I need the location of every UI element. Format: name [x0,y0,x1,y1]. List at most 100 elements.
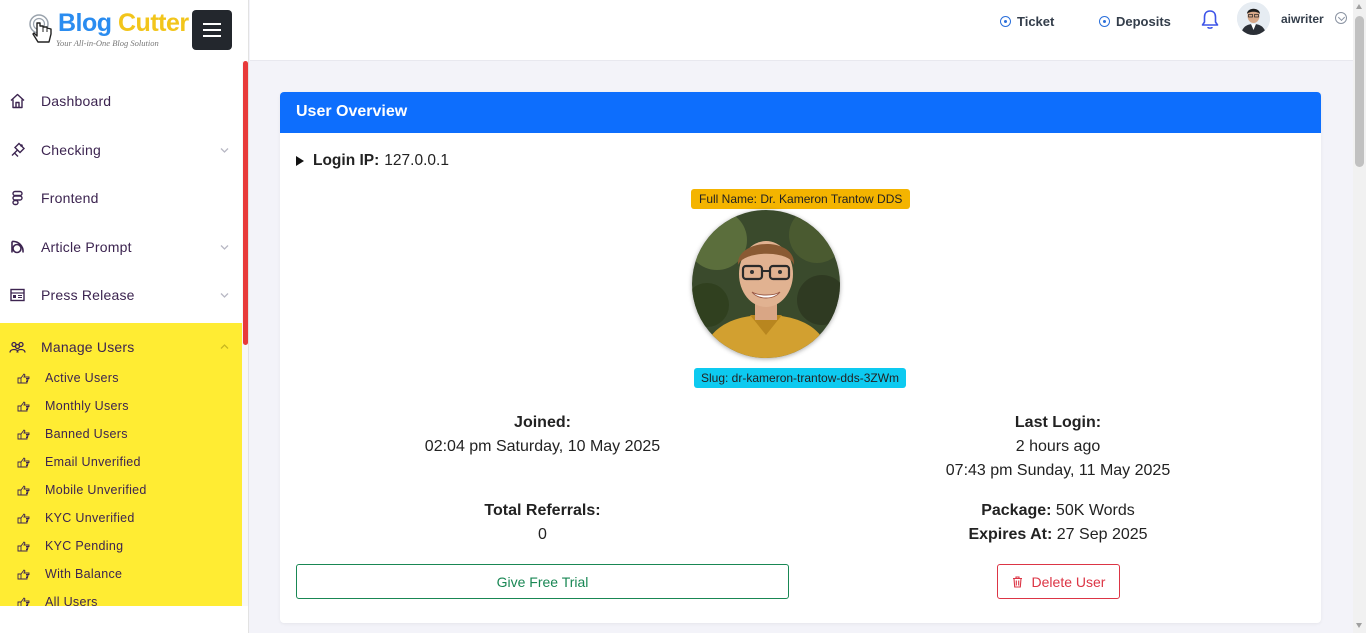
submenu-item-active-users[interactable]: Active Users [0,365,242,393]
ticket-label: Ticket [1017,14,1055,29]
avatar[interactable] [1237,2,1270,35]
hand-point-icon [17,541,30,552]
sidebar: Blog Cutter Your All-in-One Blog Solutio… [0,0,249,633]
login-ip-label: Login IP: [313,152,380,169]
logo[interactable]: Blog Cutter Your All-in-One Blog Solutio… [28,8,189,52]
joined-info: Joined: 02:04 pm Saturday, 10 May 2025 [296,411,789,459]
deposits-label: Deposits [1116,14,1171,29]
submenu-item-label: All Users [45,595,98,606]
sidebar-item-label: Article Prompt [41,239,132,255]
chevron-down-icon[interactable] [1335,12,1347,24]
hand-point-icon [17,457,30,468]
hand-point-icon [17,401,30,412]
article-prompt-icon [11,240,24,254]
topbar: Ticket Deposits aiwriter [250,0,1353,61]
last-login-value: 07:43 pm Sunday, 11 May 2025 [945,462,1171,479]
login-ip-value: 127.0.0.1 [384,152,449,169]
package-info: Package: 50K Words Expires At: 27 Sep 20… [848,499,1268,547]
sidebar-item-label: Dashboard [41,93,112,109]
home-icon [10,93,25,109]
sidebar-item-label: Checking [41,142,101,158]
checking-icon [11,142,25,157]
submenu-item-label: Banned Users [45,427,128,441]
sidebar-item-label: Frontend [41,190,99,206]
chevron-up-icon [220,344,229,349]
sidebar-item-press-release[interactable]: Press Release [0,271,242,319]
logo-word-cutter: Cutter [118,9,189,37]
submenu-item-label: Mobile Unverified [45,483,147,497]
submenu-item-kyc-pending[interactable]: KYC Pending [0,533,242,561]
sidebar-item-label: Press Release [41,287,135,303]
submenu-item-label: Email Unverified [45,455,141,469]
sidebar-scrollbar[interactable] [242,61,248,606]
joined-value: 02:04 pm Saturday, 10 May 2025 [424,438,661,455]
sidebar-item-article-prompt[interactable]: Article Prompt [0,223,242,271]
page-scroll-thumb[interactable] [1355,16,1364,167]
total-referrals-value: 0 [538,526,547,543]
package-label: Package: [981,502,1052,519]
chevron-down-icon [220,148,229,153]
sidebar-item-frontend[interactable]: Frontend [0,174,242,222]
frontend-icon [12,190,23,206]
hand-point-icon [17,513,30,524]
give-free-trial-button[interactable]: Give Free Trial [296,564,789,599]
submenu-item-label: Monthly Users [45,399,129,413]
hand-point-icon [17,429,30,440]
last-login-relative: 2 hours ago [1015,438,1101,455]
circle-dot-icon [1000,16,1011,27]
last-login-label: Last Login: [1014,414,1102,431]
submenu-item-label: With Balance [45,567,123,581]
submenu-item-with-balance[interactable]: With Balance [0,561,242,589]
profile-image [692,210,840,358]
page-scrollbar[interactable] [1353,0,1366,633]
sidebar-item-manage-users[interactable]: Manage Users [0,323,242,371]
last-login-info: Last Login: 2 hours ago 07:43 pm Sunday,… [848,411,1268,483]
login-ip-toggle[interactable]: Login IP: 127.0.0.1 [296,152,449,170]
pointer-hand-icon [29,14,52,43]
submenu-item-all-users[interactable]: All Users [0,589,242,606]
sidebar-nav: Dashboard Checking Frontend Article Prom… [0,61,242,606]
submenu-item-mobile-unverified[interactable]: Mobile Unverified [0,477,242,505]
submenu-item-email-unverified[interactable]: Email Unverified [0,449,242,477]
trash-icon [1012,575,1022,588]
username[interactable]: aiwriter [1281,12,1324,26]
chevron-down-icon [220,293,229,298]
brand-area: Blog Cutter Your All-in-One Blog Solutio… [0,0,248,61]
manage-users-section: Manage Users Active Users Monthly Users … [0,323,242,606]
profile-photo [692,210,840,358]
package-value: 50K Words [1055,502,1135,519]
submenu-item-label: KYC Unverified [45,511,135,525]
submenu-item-label: KYC Pending [45,539,124,553]
scroll-down-arrow-icon[interactable] [1356,623,1362,628]
sidebar-item-dashboard[interactable]: Dashboard [0,77,242,125]
hand-point-icon [17,485,30,496]
sidebar-item-checking[interactable]: Checking [0,126,242,174]
sidebar-item-label: Manage Users [41,339,135,355]
menu-toggle-button[interactable] [192,10,232,50]
expires-value: 27 Sep 2025 [1056,526,1148,543]
logo-title: Blog Cutter [58,9,189,38]
full-name-badge: Full Name: Dr. Kameron Trantow DDS [691,189,911,209]
hand-point-icon [17,373,30,384]
slug-badge: Slug: dr-kameron-trantow-dds-3ZWm [694,368,907,388]
ticket-link[interactable]: Ticket [1000,14,1054,29]
press-release-icon [10,288,25,302]
submenu-item-banned-users[interactable]: Banned Users [0,421,242,449]
bell-icon[interactable] [1200,9,1220,31]
expires-label: Expires At: [968,526,1053,543]
scroll-up-arrow-icon[interactable] [1356,4,1362,9]
chevron-down-icon [220,245,229,250]
submenu-item-monthly-users[interactable]: Monthly Users [0,393,242,421]
logo-tagline: Your All-in-One Blog Solution [56,38,159,48]
logo-word-blog: Blog [58,9,112,37]
submenu-item-kyc-unverified[interactable]: KYC Unverified [0,505,242,533]
total-referrals-label: Total Referrals: [484,502,601,519]
circle-dot-icon [1099,16,1110,27]
deposits-link[interactable]: Deposits [1099,14,1171,29]
delete-user-button[interactable]: Delete User [997,564,1120,599]
submenu-item-label: Active Users [45,371,119,385]
delete-user-label: Delete User [1031,573,1106,590]
sidebar-scroll-thumb[interactable] [243,61,248,345]
joined-label: Joined: [514,414,571,431]
disclosure-triangle-icon [296,156,304,166]
